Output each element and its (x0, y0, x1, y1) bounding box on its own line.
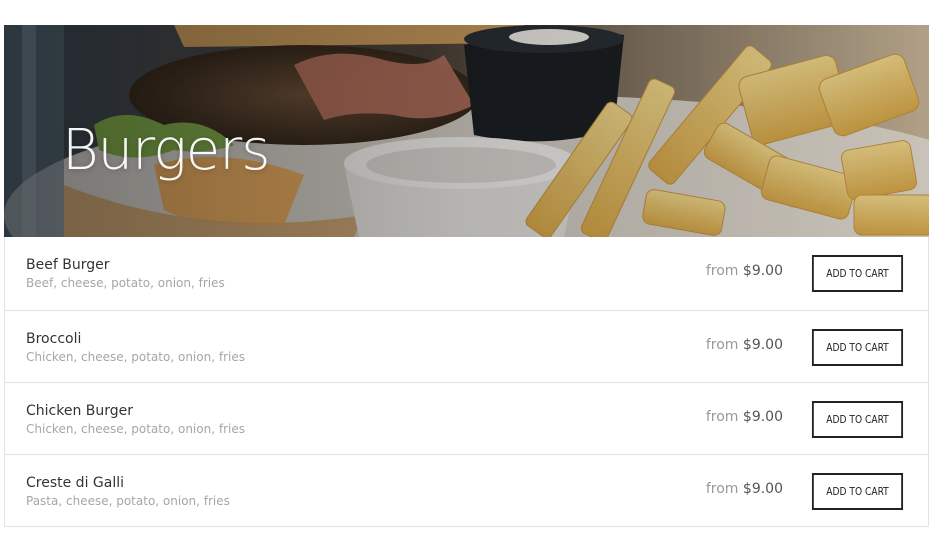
item-price: from $9.00 (706, 337, 783, 353)
menu-section: Burgers Beef Burger Beef, cheese, potato… (4, 25, 929, 527)
item-price: from $9.00 (706, 263, 783, 279)
menu-item: Creste di Galli Pasta, cheese, potato, o… (5, 454, 928, 526)
item-name: Beef Burger (26, 257, 110, 273)
section-banner: Burgers (4, 25, 929, 237)
item-name: Creste di Galli (26, 475, 125, 491)
price-prefix: from (705, 337, 739, 353)
item-description: Beef, cheese, potato, onion, fries (26, 276, 225, 290)
item-description: Chicken, cheese, potato, onion, fries (26, 422, 245, 436)
add-to-cart-button[interactable]: Add to cart (811, 401, 904, 438)
add-to-cart-button[interactable]: Add to cart (811, 473, 904, 510)
item-name: Broccoli (26, 331, 82, 347)
menu-item-list: Beef Burger Beef, cheese, potato, onion,… (4, 237, 929, 527)
price-prefix: from (705, 481, 739, 497)
item-name: Chicken Burger (26, 403, 134, 419)
add-to-cart-button[interactable]: Add to cart (811, 255, 904, 292)
add-to-cart-button[interactable]: Add to cart (811, 329, 904, 366)
menu-item: Beef Burger Beef, cheese, potato, onion,… (5, 237, 928, 310)
price-prefix: from (705, 409, 739, 425)
price-value: $9.00 (742, 263, 783, 279)
chevron-up-icon[interactable] (842, 153, 890, 189)
section-title: Burgers (62, 118, 270, 183)
menu-item: Broccoli Chicken, cheese, potato, onion,… (5, 310, 928, 382)
item-price: from $9.00 (706, 409, 783, 425)
item-description: Pasta, cheese, potato, onion, fries (26, 494, 230, 508)
item-price: from $9.00 (706, 481, 783, 497)
price-prefix: from (705, 263, 739, 279)
price-value: $9.00 (742, 337, 783, 353)
price-value: $9.00 (742, 409, 783, 425)
price-value: $9.00 (742, 481, 783, 497)
item-description: Chicken, cheese, potato, onion, fries (26, 350, 245, 364)
menu-item: Chicken Burger Chicken, cheese, potato, … (5, 382, 928, 454)
